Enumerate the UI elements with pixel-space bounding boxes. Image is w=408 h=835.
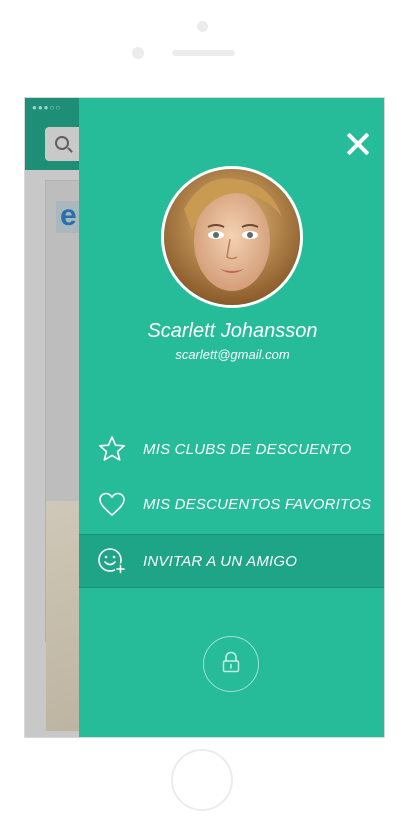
- heart-icon: [97, 489, 127, 519]
- star-icon: [97, 434, 127, 464]
- menu-item-invite[interactable]: INVITAR A UN AMIGO: [79, 534, 384, 588]
- menu-item-label: MIS DESCUENTOS FAVORITOS: [143, 495, 372, 513]
- avatar: [161, 166, 303, 308]
- background-logo-mark: e: [60, 199, 77, 232]
- phone-screen: ●●●○○ e Scarlett Johansson scarlett@gmai…: [24, 97, 385, 738]
- menu-item-label: INVITAR A UN AMIGO: [143, 552, 298, 570]
- smiley-add-icon: [97, 546, 127, 576]
- search-icon: [55, 136, 69, 150]
- profile-email: scarlett@gmail.com: [175, 347, 290, 362]
- lock-icon: [222, 651, 240, 678]
- menu-item-favorites[interactable]: MIS DESCUENTOS FAVORITOS: [79, 478, 384, 530]
- phone-speaker: [172, 50, 235, 56]
- close-icon[interactable]: [346, 132, 370, 156]
- menu-item-clubs[interactable]: MIS CLUBS DE DESCUENTO: [79, 423, 384, 475]
- phone-camera: [197, 21, 208, 32]
- side-menu: Scarlett Johansson scarlett@gmail.com MI…: [79, 98, 384, 737]
- profile-name: Scarlett Johansson: [147, 320, 318, 342]
- avatar-image: [164, 169, 300, 305]
- home-button[interactable]: [171, 749, 233, 811]
- background-status-bar: ●●●○○: [32, 103, 62, 112]
- menu-item-label: MIS CLUBS DE DESCUENTO: [143, 440, 352, 458]
- phone-sensor: [132, 47, 144, 59]
- lock-button[interactable]: [203, 636, 259, 692]
